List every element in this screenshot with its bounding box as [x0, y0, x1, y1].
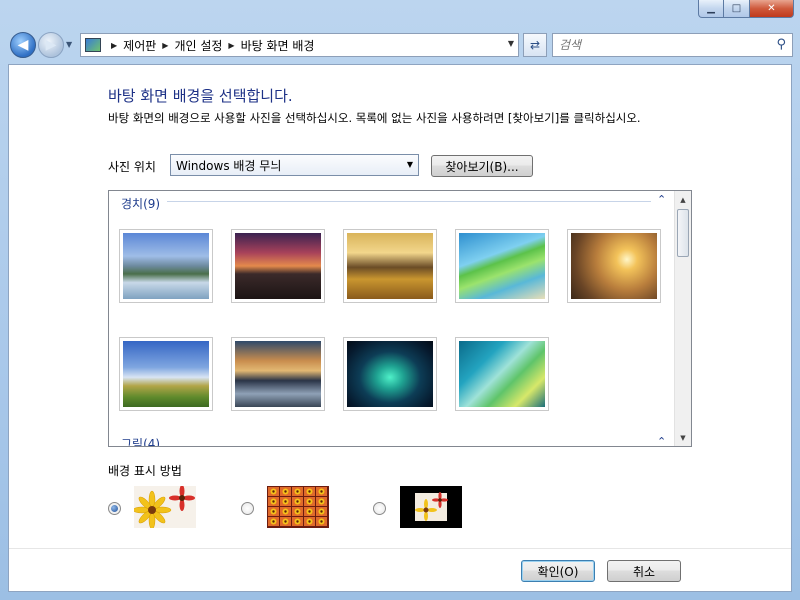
- search-input[interactable]: [553, 34, 763, 56]
- page-title: 바탕 화면 배경을 선택합니다.: [108, 87, 293, 105]
- picture-location-label: 사진 위치: [108, 160, 156, 174]
- caption-buttons: ▁ □ ✕: [698, 0, 794, 18]
- wallpaper-thumb-7[interactable]: [231, 337, 325, 411]
- address-bar[interactable]: ▶ 제어판 ▶ 개인 설정 ▶ 바탕 화면 배경 ▼: [80, 33, 519, 57]
- forward-button[interactable]: ▶: [38, 32, 64, 58]
- wallpaper-image: [571, 233, 657, 299]
- page-description: 바탕 화면의 배경으로 사용할 사진을 선택하십시오. 목록에 없는 사진을 사…: [108, 111, 641, 125]
- wallpaper-image: [235, 341, 321, 407]
- breadcrumb-personalization[interactable]: 개인 설정: [174, 37, 222, 54]
- wallpaper-thumb-8[interactable]: [343, 337, 437, 411]
- navigation-bar: ◀ ▶ ▼ ▶ 제어판 ▶ 개인 설정 ▶ 바탕 화면 배경 ▼ ⇄ ⚲: [0, 28, 800, 62]
- picture-location-select[interactable]: Windows 배경 무늬 ▼: [170, 154, 419, 176]
- chevron-down-icon: ▼: [406, 160, 413, 169]
- picture-position-label: 배경 표시 방법: [108, 464, 182, 478]
- refresh-icon: ⇄: [529, 38, 541, 52]
- wallpaper-image: [347, 341, 433, 407]
- position-center-radio[interactable]: [373, 502, 386, 515]
- picture-location-value: Windows 배경 무늬: [176, 158, 282, 173]
- wallpaper-thumb-6[interactable]: [119, 337, 213, 411]
- wallpaper-image: [235, 233, 321, 299]
- breadcrumb-separator-icon[interactable]: ▶: [228, 41, 234, 50]
- forward-arrow-icon: ▶: [45, 37, 57, 53]
- collapse-chevron-icon[interactable]: ⌃: [657, 193, 666, 206]
- center-preview-icon[interactable]: [400, 486, 462, 528]
- position-fill-radio[interactable]: [108, 502, 121, 515]
- scroll-up-icon[interactable]: ▲: [675, 191, 691, 208]
- wallpaper-thumb-1[interactable]: [119, 229, 213, 303]
- position-tile-radio[interactable]: [241, 502, 254, 515]
- close-button[interactable]: ✕: [750, 0, 794, 18]
- scroll-down-icon[interactable]: ▼: [675, 429, 691, 446]
- tile-preview-icon[interactable]: [267, 486, 329, 528]
- wallpaper-image: [123, 233, 209, 299]
- breadcrumb-separator-icon[interactable]: ▶: [111, 41, 117, 50]
- search-box[interactable]: ⚲: [552, 33, 793, 57]
- wallpaper-image: [459, 341, 545, 407]
- breadcrumb-desktop-background[interactable]: 바탕 화면 배경: [241, 37, 315, 54]
- recent-pages-dropdown-icon[interactable]: ▼: [66, 40, 72, 49]
- maximize-button[interactable]: □: [724, 0, 750, 18]
- wallpaper-image: [347, 233, 433, 299]
- minimize-button[interactable]: ▁: [698, 0, 724, 18]
- address-dropdown-icon[interactable]: ▼: [508, 39, 514, 48]
- back-button[interactable]: ◀: [10, 32, 36, 58]
- wallpaper-thumb-2[interactable]: [231, 229, 325, 303]
- title-bar: ▁ □ ✕: [0, 0, 800, 28]
- control-panel-icon: [85, 38, 101, 52]
- refresh-button[interactable]: ⇄: [523, 33, 547, 57]
- wallpaper-thumb-9[interactable]: [455, 337, 549, 411]
- scrollbar-thumb[interactable]: [677, 209, 689, 257]
- collapse-chevron-icon[interactable]: ⌃: [657, 435, 666, 446]
- breadcrumb-control-panel[interactable]: 제어판: [123, 37, 156, 54]
- wallpaper-thumb-4[interactable]: [455, 229, 549, 303]
- wallpaper-thumb-5[interactable]: [567, 229, 661, 303]
- vertical-scrollbar[interactable]: ▲ ▼: [674, 191, 691, 446]
- group-header-paintings[interactable]: 그림(4): [121, 435, 160, 446]
- group-divider: [167, 201, 651, 202]
- browse-button[interactable]: 찾아보기(B)...: [431, 155, 533, 177]
- search-icon[interactable]: ⚲: [776, 37, 786, 52]
- wallpaper-image: [459, 233, 545, 299]
- wallpaper-image: [123, 341, 209, 407]
- footer-divider: [9, 548, 791, 549]
- fill-screen-preview-icon[interactable]: [132, 485, 196, 530]
- cancel-button[interactable]: 취소: [607, 560, 681, 582]
- ok-button[interactable]: 확인(O): [521, 560, 595, 582]
- group-header-landscapes[interactable]: 경치(9): [121, 195, 160, 212]
- breadcrumb-separator-icon[interactable]: ▶: [162, 41, 168, 50]
- back-arrow-icon: ◀: [17, 37, 29, 53]
- wallpaper-list[interactable]: 경치(9) ⌃ 그림(4) ⌃ ▲ ▼: [108, 190, 692, 447]
- wallpaper-thumb-3[interactable]: [343, 229, 437, 303]
